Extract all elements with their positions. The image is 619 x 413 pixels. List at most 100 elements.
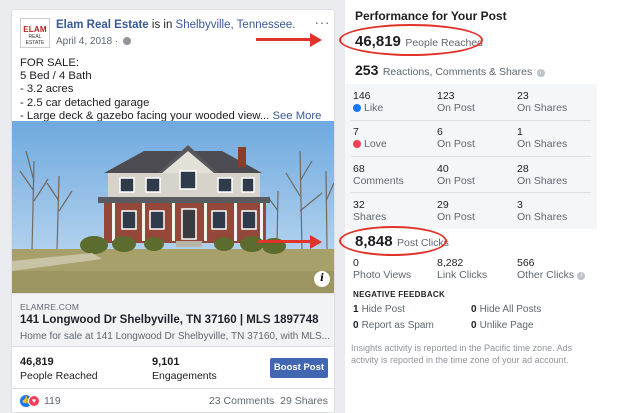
report-spam-stat: 0 Report as Spam (353, 320, 434, 331)
value: 23 (517, 90, 529, 102)
breakdown-shares-post: 29 On Post (437, 199, 475, 223)
post-header: ELAM REAL ESTATE Elam Real Estate is in … (20, 14, 330, 54)
value: 566 (517, 257, 535, 269)
house-photo[interactable]: i (12, 121, 334, 293)
post-text-line: - 2.5 car detached garage (20, 96, 150, 109)
value: 32 (353, 199, 365, 211)
value: 40 (437, 163, 449, 175)
shares-count[interactable]: 29 Shares (280, 395, 328, 407)
value: 1 (517, 126, 523, 138)
value: 146 (353, 90, 371, 102)
post-date-text: April 4, 2018 · (56, 36, 122, 47)
breakdown-like: 146 Like (353, 90, 383, 114)
divider (351, 192, 591, 193)
label: On Shares (517, 211, 568, 223)
reactions-total-value: 253 (355, 62, 379, 78)
like-icon (353, 104, 361, 112)
house-illustration (12, 121, 334, 293)
label: Other Clicks i (517, 269, 586, 281)
label-text: Like (364, 102, 384, 114)
location-link[interactable]: Shelbyville, Tennessee. (176, 19, 296, 31)
avatar-logo-text: ELAM (23, 25, 47, 34)
reactions-count[interactable]: 119 (44, 395, 61, 407)
post-text-line: FOR SALE: (20, 57, 80, 69)
post-body: FOR SALE: 5 Bed / 4 Bath - 3.2 acres - 2… (20, 57, 330, 123)
value: 6 (437, 126, 443, 138)
clicks-breakdown: 0 Photo Views 8,282 Link Clicks 566 Other C… (345, 253, 597, 283)
value: 28 (517, 163, 529, 175)
engagements-label: Engagements (152, 370, 217, 382)
post-text-line: - Large deck & gazebo facing your wooded… (20, 109, 270, 122)
panel-title: Performance for Your Post (355, 9, 507, 23)
value: 7 (353, 126, 359, 138)
reactions-bar: 👍 ♥ 119 23 Comments 29 Shares (12, 388, 334, 412)
value: 3 (517, 199, 523, 211)
love-icon (353, 140, 361, 148)
engagements-value: 9,101 (152, 356, 180, 368)
annotation-arrowhead-1 (310, 33, 322, 47)
label: Love (353, 138, 387, 150)
photo-views: 0 Photo Views (353, 257, 411, 281)
post-author-line: Elam Real Estate is in Shelbyville, Tenn… (56, 19, 296, 31)
reactions-breakdown: 146 Like 123 On Post 23 On Shares 7 Love 6 On… (345, 84, 597, 229)
value: 0 (353, 257, 359, 269)
divider (351, 120, 591, 121)
info-icon[interactable]: i (536, 69, 545, 77)
link-domain: ELAMRE.COM (20, 302, 80, 312)
label: Shares (353, 211, 387, 223)
post-stats: 46,819 People Reached 9,101 Engagements … (20, 352, 330, 384)
value: 0 (353, 320, 359, 331)
breakdown-comments-shares: 28 On Shares (517, 163, 567, 187)
link-preview[interactable]: ELAMRE.COM 141 Longwood Dr Shelbyville, … (12, 293, 334, 347)
more-options-icon[interactable]: ··· (315, 14, 331, 30)
breakdown-like-post: 123 On Post (437, 90, 475, 114)
love-reaction-icon[interactable]: ♥ (28, 395, 40, 407)
hide-post-stat: 1 Hide Post (353, 304, 405, 315)
label: On Shares (517, 175, 568, 187)
label: On Post (437, 175, 475, 187)
post-date[interactable]: April 4, 2018 · (56, 36, 132, 47)
label: Hide All Posts (479, 304, 542, 315)
reactions-total-row: 253 Reactions, Comments & Shares i (355, 62, 545, 80)
annotation-arrow-2 (258, 240, 312, 243)
label-text: Other Clicks (517, 269, 575, 281)
breakdown-shares-shares: 3 On Shares (517, 199, 567, 223)
comments-shares: 23 Comments 29 Shares (209, 395, 328, 407)
performance-panel: Performance for Your Post 46,819 People … (339, 0, 619, 413)
highlight-ellipse-reached (339, 24, 483, 56)
value: 0 (471, 304, 477, 315)
page-avatar[interactable]: ELAM REAL ESTATE (20, 18, 50, 48)
label: On Post (437, 211, 475, 223)
link-title: 141 Longwood Dr Shelbyville, TN 37160 | … (20, 314, 319, 326)
label: Report as Spam (361, 320, 434, 331)
label: Hide Post (361, 304, 405, 315)
breakdown-love-shares: 1 On Shares (517, 126, 567, 150)
label: Like (353, 102, 383, 114)
timezone-footnote: Insights activity is reported in the Pac… (351, 343, 573, 365)
breakdown-like-shares: 23 On Shares (517, 90, 567, 114)
info-icon[interactable]: i (314, 271, 330, 287)
boost-post-button[interactable]: Boost Post (270, 358, 328, 378)
reactions-total-label: Reactions, Comments & Shares (382, 66, 533, 78)
link-clicks: 8,282 Link Clicks (437, 257, 487, 281)
post-text-line: 5 Bed / 4 Bath (20, 70, 92, 83)
value: 29 (437, 199, 449, 211)
comments-count[interactable]: 23 Comments (209, 395, 274, 407)
see-more-link[interactable]: See More (272, 110, 321, 122)
info-icon[interactable]: i (577, 272, 586, 280)
label: On Post (437, 138, 475, 150)
label: On Shares (517, 102, 568, 114)
post-text-line: - 3.2 acres (20, 83, 74, 96)
hide-all-posts-stat: 0 Hide All Posts (471, 304, 541, 315)
is-in-text: is in (148, 19, 176, 31)
breakdown-love-post: 6 On Post (437, 126, 475, 150)
people-reached-label: People Reached (20, 370, 98, 382)
label: Comments (353, 175, 404, 187)
avatar-logo-subtext: REAL ESTATE (25, 34, 45, 46)
annotation-arrowhead-2 (310, 235, 322, 249)
label: Photo Views (353, 269, 412, 281)
page-name-link[interactable]: Elam Real Estate (56, 19, 149, 31)
value: 0 (471, 320, 477, 331)
label: Unlike Page (479, 320, 534, 331)
breakdown-shares: 32 Shares (353, 199, 386, 223)
